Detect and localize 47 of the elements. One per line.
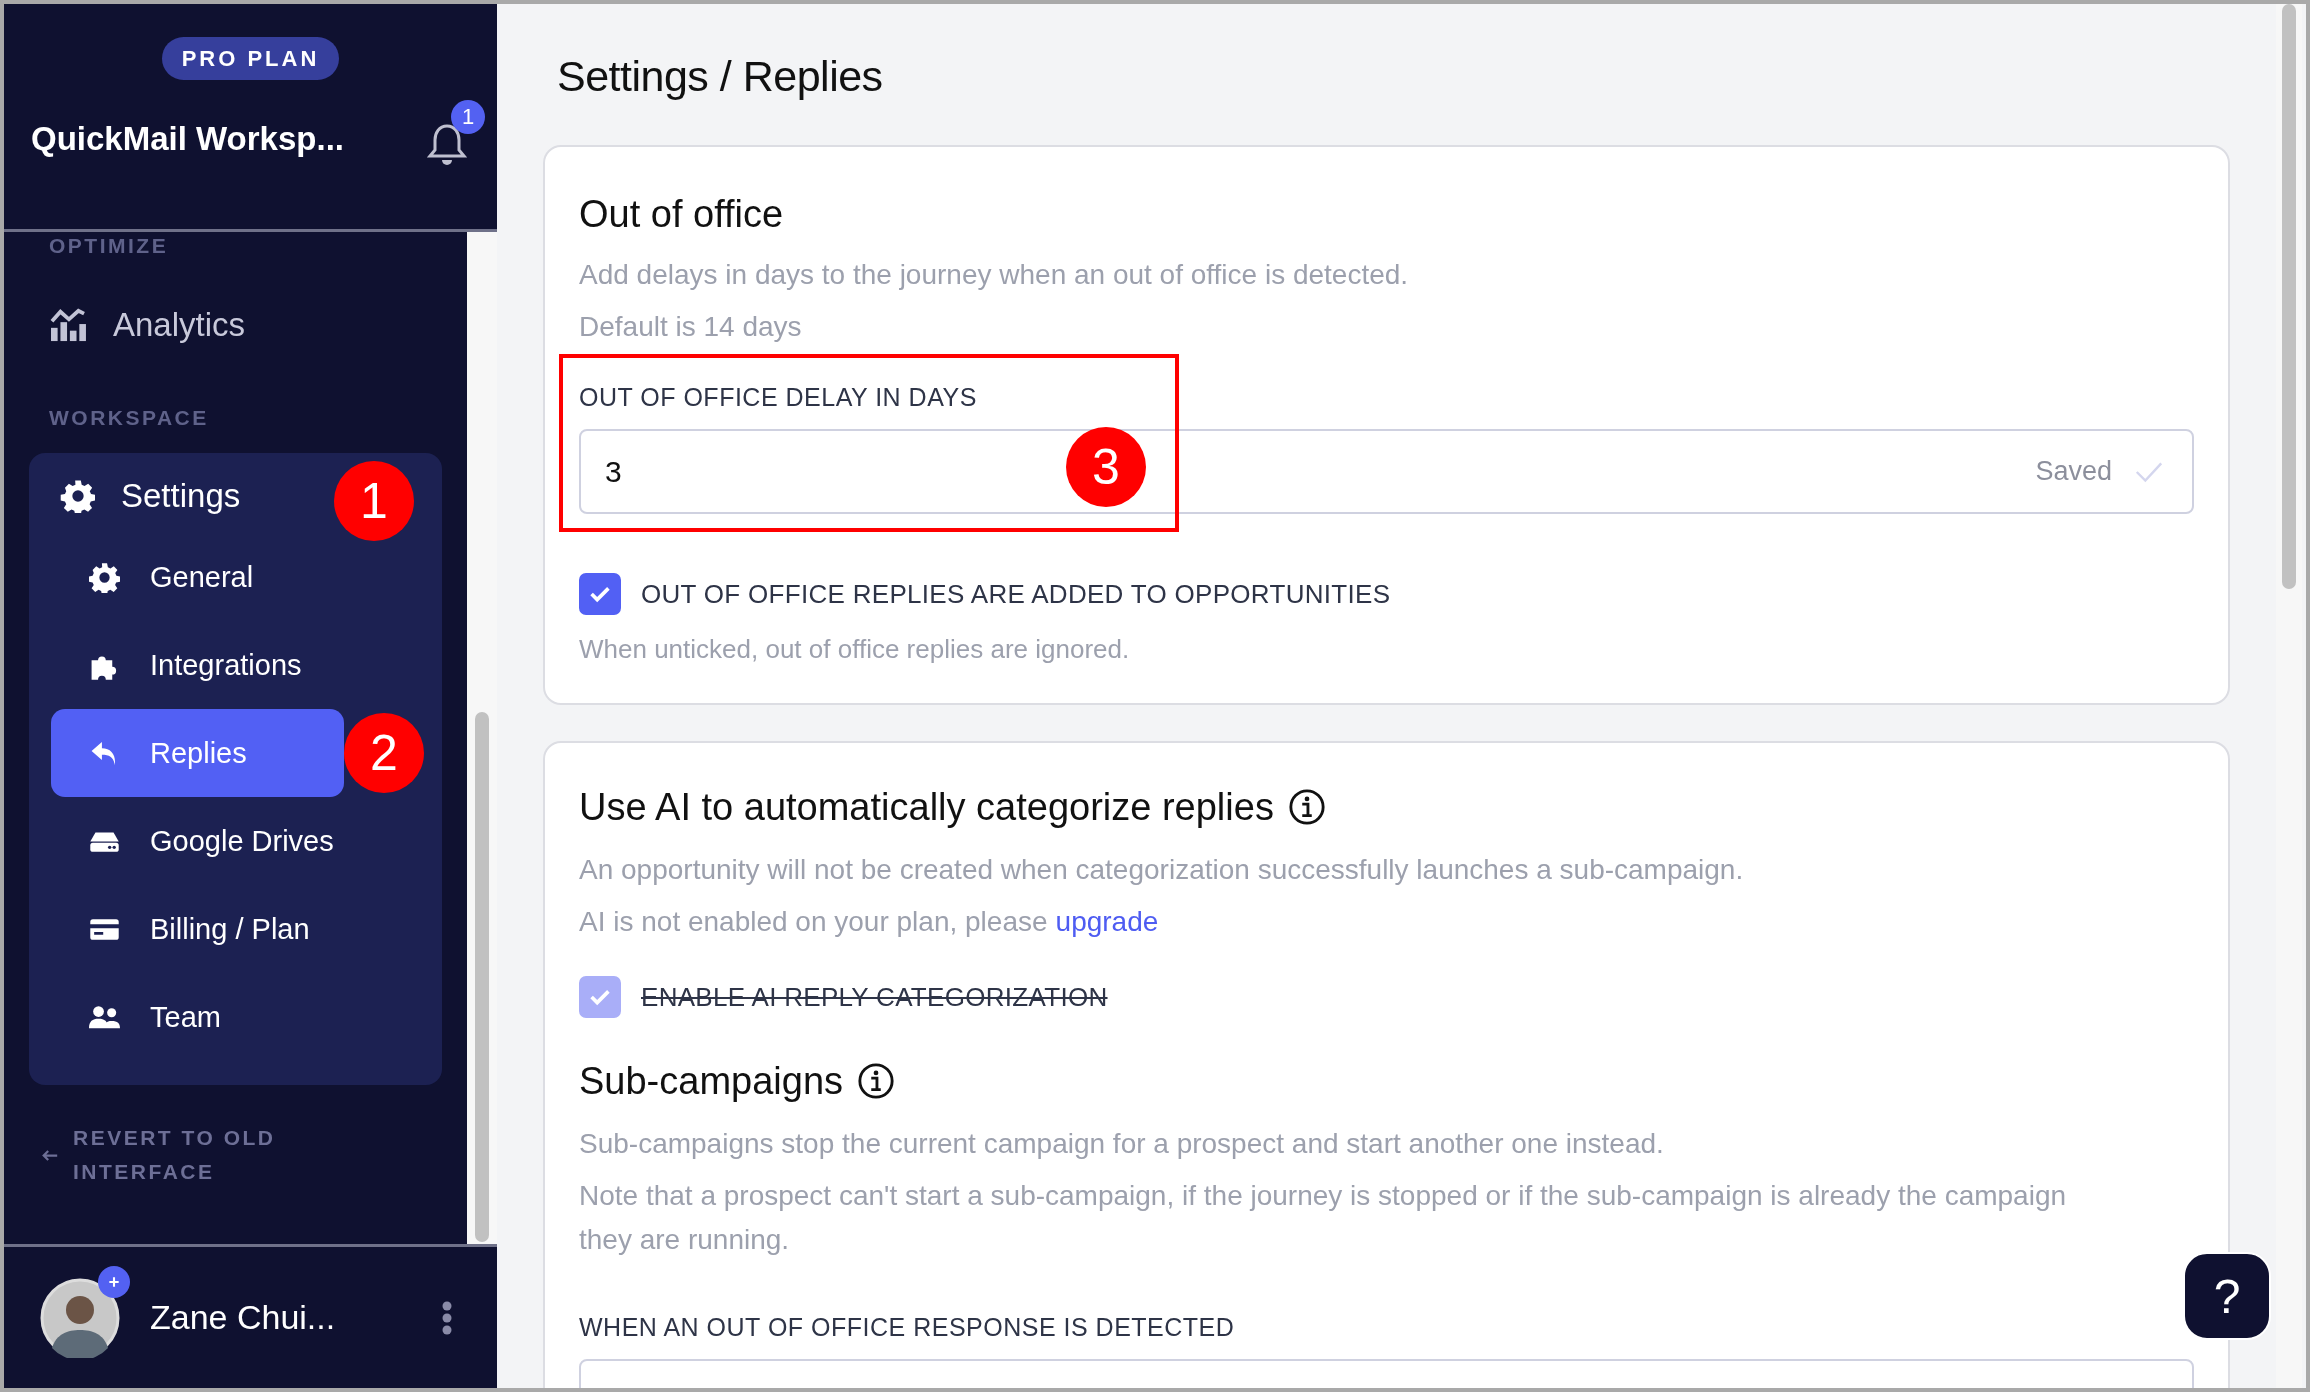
section-title: Sub-campaigns bbox=[579, 1059, 844, 1104]
section-title: Use AI to automatically categorize replies bbox=[579, 785, 1274, 830]
section-title: Out of office bbox=[579, 192, 784, 237]
info-icon[interactable] bbox=[1287, 788, 1326, 826]
revert-link[interactable]: REVERT TO OLD INTERFACE bbox=[29, 1085, 442, 1225]
help-button[interactable]: ? bbox=[2183, 1252, 2271, 1340]
gear-icon bbox=[89, 561, 120, 593]
add-icon[interactable] bbox=[98, 1265, 130, 1298]
check-icon bbox=[2134, 460, 2164, 483]
nav-item[interactable]: Analytics bbox=[49, 306, 422, 344]
plan-badge: PRO PLAN bbox=[161, 37, 340, 80]
info-icon[interactable] bbox=[857, 1062, 896, 1100]
hint-text: When unticked, out of office replies are ignored. bbox=[579, 633, 1130, 666]
callout-number: 1 bbox=[334, 461, 414, 541]
description-text: Add delays in days to the journey when an out of office is detected. bbox=[579, 258, 1409, 292]
description-text: Note that a prospect can't start a sub-campaign, if the journey is stopped or if the sub-campaign is already the campaign they are running. bbox=[579, 1179, 2068, 1257]
nav-item[interactable]: Replies bbox=[51, 709, 344, 797]
avatar[interactable] bbox=[40, 1277, 120, 1358]
description-text: Sub-campaigns stop the current campaign for a prospect and start another one instead. bbox=[579, 1127, 1664, 1161]
page-title: Settings / Replies bbox=[557, 52, 884, 101]
checkbox-label: ENABLE AI REPLY CATEGORIZATION bbox=[641, 981, 1108, 1013]
nav-item[interactable]: Team bbox=[51, 973, 420, 1061]
upgrade-link[interactable]: upgrade bbox=[1055, 900, 1159, 952]
gear-icon bbox=[59, 479, 97, 513]
workspace-name[interactable]: QuickMail Worksp... bbox=[31, 120, 344, 158]
scrollbar-thumb[interactable] bbox=[2282, 4, 2296, 589]
field-label: OUT OF OFFICE DELAY IN DAYS bbox=[579, 382, 978, 412]
scrollbar-thumb[interactable] bbox=[475, 712, 489, 1242]
bell-icon[interactable] bbox=[427, 122, 467, 168]
field-label: WHEN AN OUT OF OFFICE RESPONSE IS DETECTED bbox=[579, 1312, 1235, 1342]
notification-badge: 1 bbox=[451, 100, 485, 134]
notice-text: AI is not enabled on your plan, please bbox=[579, 905, 1048, 939]
description-text: An opportunity will not be created when categorization successfully launches a sub-campaign. bbox=[579, 853, 1744, 887]
chart-icon bbox=[49, 308, 87, 342]
nav-item[interactable]: Google Drives bbox=[51, 797, 420, 885]
settings-item[interactable]: Settings bbox=[59, 477, 241, 533]
checkbox-label: OUT OF OFFICE REPLIES ARE ADDED TO OPPORTUNITIES bbox=[641, 578, 1391, 610]
nav-item[interactable]: Billing / Plan bbox=[51, 885, 420, 973]
arrow-left-icon bbox=[41, 1148, 59, 1162]
callout-number: 2 bbox=[344, 713, 424, 793]
nav-item[interactable]: Integrations bbox=[51, 621, 420, 709]
description-text: Default is 14 days bbox=[579, 310, 802, 344]
checkbox[interactable] bbox=[579, 573, 621, 615]
section-label: WORKSPACE bbox=[48, 406, 210, 430]
more-icon[interactable] bbox=[442, 1300, 452, 1335]
user-name: Zane Chui... bbox=[150, 1298, 337, 1337]
section-label: OPTIMIZE bbox=[48, 234, 170, 258]
